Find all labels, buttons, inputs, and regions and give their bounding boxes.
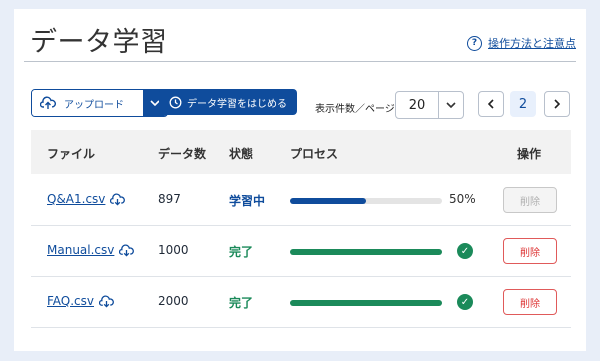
file-link[interactable]: Manual.csv <box>47 243 135 257</box>
header-action: 操作 <box>517 147 542 161</box>
file-name[interactable]: FAQ.csv <box>47 294 94 308</box>
header-process: プロセス <box>290 147 339 161</box>
header-file: ファイル <box>47 147 96 161</box>
chevron-left-icon <box>488 99 494 109</box>
delete-button[interactable]: 削除 <box>503 238 557 264</box>
per-page-select[interactable]: 20 <box>395 91 464 119</box>
check-icon: ✓ <box>457 294 473 310</box>
current-page[interactable]: 2 <box>510 91 536 117</box>
file-link[interactable]: FAQ.csv <box>47 294 114 308</box>
progress-fill <box>290 198 366 204</box>
prev-page-button[interactable] <box>478 91 504 117</box>
cloud-download-icon[interactable] <box>119 244 135 257</box>
per-page-label: 表示件数／ページ <box>315 104 395 115</box>
status-badge: 学習中 <box>229 194 266 208</box>
timer-icon <box>169 96 182 108</box>
table-header: ファイル データ数 状態 プロセス 操作 <box>31 130 571 174</box>
per-page-value: 20 <box>408 97 426 113</box>
cloud-upload-icon <box>40 96 56 109</box>
start-training-label: データ学習をはじめる <box>187 98 287 110</box>
progress-bar <box>290 300 442 306</box>
progress-fill <box>290 300 442 306</box>
data-count: 1000 <box>158 243 189 257</box>
main-panel: データ学習 ? 操作方法と注意点 アップロード データ学習をはじめる 表示件数／… <box>14 9 586 351</box>
next-page-button[interactable] <box>544 91 570 117</box>
delete-button[interactable]: 削除 <box>503 289 557 315</box>
status-badge: 完了 <box>229 296 254 310</box>
progress-fill <box>290 249 442 255</box>
progress-percent: 50% <box>449 192 476 206</box>
file-name[interactable]: Manual.csv <box>47 243 114 257</box>
chevron-right-icon <box>554 99 560 109</box>
progress-bar <box>290 198 442 204</box>
table-row: FAQ.csv 2000 完了 ✓ 削除 <box>31 277 571 328</box>
cloud-download-icon[interactable] <box>99 295 114 308</box>
upload-button[interactable]: アップロード <box>32 90 143 116</box>
file-name[interactable]: Q&A1.csv <box>47 192 105 206</box>
data-count: 2000 <box>158 294 189 308</box>
status-badge: 完了 <box>229 245 254 259</box>
file-link[interactable]: Q&A1.csv <box>47 192 126 206</box>
question-icon: ? <box>467 35 482 51</box>
check-icon: ✓ <box>457 243 473 259</box>
data-count: 897 <box>158 192 181 206</box>
upload-label: アップロード <box>64 99 124 111</box>
header-count: データ数 <box>158 147 207 161</box>
table-row: Manual.csv 1000 完了 ✓ 削除 <box>31 226 571 277</box>
header-status: 状態 <box>229 147 254 161</box>
start-training-button[interactable]: データ学習をはじめる <box>159 89 297 115</box>
chevron-down-icon <box>446 102 456 108</box>
page-title: データ学習 <box>30 27 168 58</box>
delete-button[interactable]: 削除 <box>503 187 557 213</box>
title-divider <box>24 61 576 62</box>
table-row: Q&A1.csv 897 学習中 50% 削除 <box>31 175 571 226</box>
upload-split-button[interactable]: アップロード <box>31 89 168 117</box>
progress-bar <box>290 249 442 255</box>
per-page-dropdown[interactable] <box>438 92 463 118</box>
cloud-download-icon[interactable] <box>110 193 126 206</box>
help-link[interactable]: 操作方法と注意点 <box>488 35 576 51</box>
help-link-area[interactable]: ? 操作方法と注意点 <box>467 35 576 51</box>
